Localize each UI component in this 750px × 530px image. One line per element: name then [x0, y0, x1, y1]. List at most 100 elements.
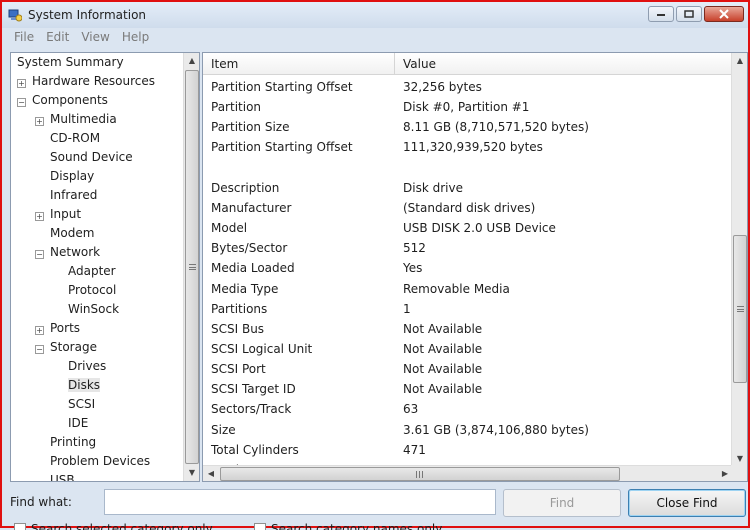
collapse-icon[interactable]: − [35, 345, 44, 354]
column-header: Item Value [203, 53, 733, 75]
restore-icon [684, 10, 694, 18]
tree-item-label: WinSock [68, 302, 120, 316]
item-cell: Partition Starting Offset [211, 80, 353, 94]
tree-item-problem-devices[interactable]: Problem Devices [35, 452, 150, 471]
search-category-names-checkbox[interactable]: Search category names only [254, 522, 442, 530]
tree-item-components[interactable]: − Components [17, 91, 108, 110]
find-button[interactable]: Find [503, 489, 621, 517]
expand-icon[interactable]: + [35, 117, 44, 126]
restore-button[interactable] [676, 6, 702, 22]
table-row[interactable]: Bytes/Sector 512 [203, 238, 733, 258]
tree-item-label: Network [50, 245, 101, 259]
value-cell: (Standard disk drives) [403, 201, 536, 215]
table-row[interactable]: Model USB DISK 2.0 USB Device [203, 218, 733, 238]
tree-item-hardware-resources[interactable]: + Hardware Resources [17, 72, 155, 91]
table-row[interactable]: SCSI Port Not Available [203, 359, 733, 379]
table-row[interactable]: SCSI Logical Unit Not Available [203, 339, 733, 359]
value-cell: Disk drive [403, 181, 463, 195]
expand-icon[interactable]: + [35, 326, 44, 335]
tree-item-ports[interactable]: + Ports [35, 319, 80, 338]
scroll-down-arrow-icon[interactable]: ▼ [184, 465, 199, 481]
table-row[interactable]: Partition Size 8.11 GB (8,710,571,520 byt… [203, 117, 733, 137]
tree-scroll-thumb[interactable] [185, 70, 199, 464]
tree-item-label: System Summary [17, 55, 124, 69]
item-cell: Media Loaded [211, 261, 295, 275]
tree-item-disks[interactable]: Disks [53, 376, 101, 395]
menu-view[interactable]: View [75, 28, 115, 46]
value-cell: 8.11 GB (8,710,571,520 bytes) [403, 120, 589, 134]
system-information-icon [8, 9, 22, 22]
tree-item-label: Storage [50, 340, 97, 354]
table-row[interactable]: SCSI Bus Not Available [203, 319, 733, 339]
category-tree[interactable]: System Summary + Hardware Resources − Compon… [10, 52, 200, 482]
tree-item-label: Input [50, 207, 82, 221]
table-row[interactable]: Size 3.61 GB (3,874,106,880 bytes) [203, 420, 733, 440]
expand-icon[interactable]: + [17, 79, 26, 88]
tree-item-label: SCSI [68, 397, 96, 411]
value-cell: 512 [403, 241, 426, 255]
tree-item-usb[interactable]: USB [35, 471, 75, 481]
search-selected-category-checkbox[interactable]: Search selected category only [14, 522, 213, 530]
column-header-value[interactable]: Value [395, 53, 733, 75]
table-row[interactable]: Manufacturer (Standard disk drives) [203, 198, 733, 218]
menu-edit[interactable]: Edit [40, 28, 75, 46]
close-button[interactable] [704, 6, 744, 22]
table-row[interactable]: Partition Starting Offset 111,320,939,520… [203, 137, 733, 157]
tree-item-protocol[interactable]: Protocol [53, 281, 116, 300]
tree-item-cd-rom[interactable]: CD-ROM [35, 129, 100, 148]
tree-item-scsi[interactable]: SCSI [53, 395, 95, 414]
tree-item-modem[interactable]: Modem [35, 224, 94, 243]
item-cell: Partition Starting Offset [211, 140, 353, 154]
tree-vertical-scrollbar[interactable]: ▲ ▼ [183, 53, 199, 481]
table-row[interactable]: Sectors/Track 63 [203, 399, 733, 419]
tree-item-drives[interactable]: Drives [53, 357, 106, 376]
scroll-left-arrow-icon[interactable]: ◀ [203, 466, 219, 481]
tree-item-adapter[interactable]: Adapter [53, 262, 116, 281]
table-row[interactable]: Media Type Removable Media [203, 279, 733, 299]
find-what-label: Find what: [10, 495, 72, 509]
value-cell: 3.61 GB (3,874,106,880 bytes) [403, 423, 589, 437]
table-row[interactable]: SCSI Target ID Not Available [203, 379, 733, 399]
minimize-button[interactable] [648, 6, 674, 22]
table-row[interactable]: Partition Starting Offset 32,256 bytes [203, 77, 733, 97]
find-what-input[interactable] [104, 489, 496, 515]
table-row[interactable]: Total Cylinders 471 [203, 440, 733, 460]
tree-item-printing[interactable]: Printing [35, 433, 96, 452]
details-scroll-thumb[interactable] [733, 235, 747, 383]
details-horizontal-scrollbar[interactable]: ◀ ▶ [203, 465, 733, 481]
title-bar[interactable]: System Information [2, 2, 748, 28]
value-cell: Not Available [403, 362, 483, 376]
tree-item-input[interactable]: + Input [35, 205, 81, 224]
table-row[interactable]: Description Disk drive [203, 178, 733, 198]
menu-file[interactable]: File [8, 28, 40, 46]
tree-item-display[interactable]: Display [35, 167, 94, 186]
close-icon [719, 9, 729, 19]
tree-item-ide[interactable]: IDE [53, 414, 88, 433]
value-cell: 471 [403, 443, 426, 457]
table-row[interactable]: Media Loaded Yes [203, 258, 733, 278]
tree-item-label: Protocol [68, 283, 117, 297]
minimize-icon [657, 14, 665, 16]
expand-icon[interactable]: + [35, 212, 44, 221]
tree-item-storage[interactable]: − Storage [35, 338, 97, 357]
tree-item-network[interactable]: − Network [35, 243, 100, 262]
details-horizontal-thumb[interactable] [220, 467, 620, 481]
tree-item-winsock[interactable]: WinSock [53, 300, 119, 319]
scroll-up-arrow-icon[interactable]: ▲ [184, 53, 199, 69]
table-row[interactable]: Partitions 1 [203, 299, 733, 319]
table-row[interactable] [203, 158, 733, 178]
tree-item-system-summary[interactable]: System Summary [17, 53, 124, 72]
tree-item-multimedia[interactable]: + Multimedia [35, 110, 117, 129]
details-vertical-scrollbar[interactable]: ▲ ▼ [731, 53, 747, 467]
close-find-button[interactable]: Close Find [628, 489, 746, 517]
tree-item-sound-device[interactable]: Sound Device [35, 148, 133, 167]
scroll-up-arrow-icon[interactable]: ▲ [732, 53, 747, 69]
table-row[interactable]: Partition Disk #0, Partition #1 [203, 97, 733, 117]
value-cell: Removable Media [403, 282, 510, 296]
collapse-icon[interactable]: − [35, 250, 44, 259]
menu-help[interactable]: Help [116, 28, 155, 46]
collapse-icon[interactable]: − [17, 98, 26, 107]
search-options: Search selected category only Search cat… [10, 520, 750, 530]
tree-item-infrared[interactable]: Infrared [35, 186, 97, 205]
column-header-item[interactable]: Item [203, 53, 395, 75]
